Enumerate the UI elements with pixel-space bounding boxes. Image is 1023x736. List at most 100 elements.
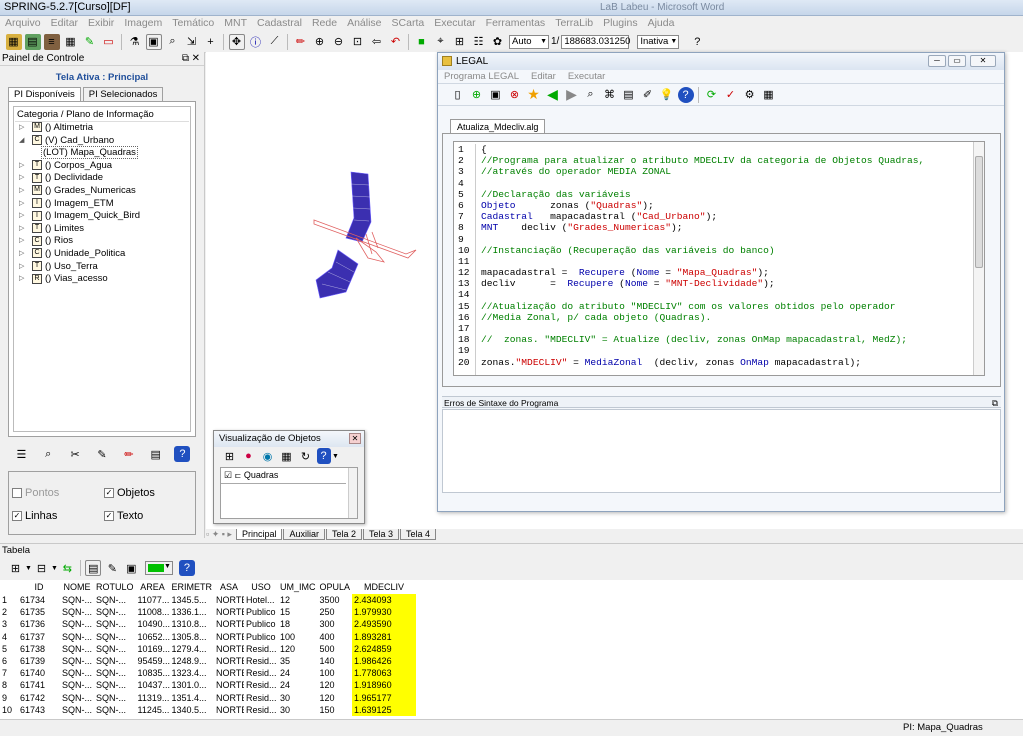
- table-tools-dropdown-icon[interactable]: ▼: [25, 565, 32, 572]
- table-cell[interactable]: 1279.4...: [170, 643, 215, 655]
- tree-item[interactable]: ▷ R() Vias_acesso: [15, 273, 189, 286]
- back-arrow-icon[interactable]: ◀: [545, 86, 561, 103]
- table-icon[interactable]: ▤: [148, 446, 164, 462]
- table-cell[interactable]: 9: [0, 692, 18, 704]
- column-header[interactable]: ASA: [214, 580, 244, 594]
- code-line[interactable]: [481, 323, 924, 334]
- table-cell[interactable]: NORTE: [214, 692, 244, 704]
- code-line[interactable]: //Instanciação (Recuperação das variávei…: [481, 245, 924, 256]
- table-cell[interactable]: Resid...: [244, 704, 278, 716]
- table-view-toggle-icon[interactable]: ▤: [85, 560, 102, 576]
- table-cell[interactable]: 1336.1...: [170, 606, 215, 618]
- table-cell[interactable]: SQN-...: [94, 667, 136, 679]
- table-cell[interactable]: 61743: [18, 704, 60, 716]
- settings-icon[interactable]: ⚙: [742, 87, 758, 103]
- table-cell[interactable]: 2: [0, 606, 18, 618]
- tree-item[interactable]: ▷ C() Rios: [15, 235, 189, 248]
- table-cell[interactable]: Publico: [244, 631, 278, 643]
- replace-icon[interactable]: ⌘: [602, 87, 618, 103]
- table-cell[interactable]: 12: [278, 594, 318, 606]
- table-cell[interactable]: 1.918960: [352, 679, 417, 692]
- table-cell[interactable]: 3: [0, 618, 18, 630]
- code-line[interactable]: [481, 234, 924, 245]
- refresh-icon[interactable]: ↻: [298, 448, 314, 464]
- table-cell[interactable]: SQN-...: [60, 679, 94, 691]
- menu-item[interactable]: Cadastral: [252, 16, 307, 30]
- column-header[interactable]: ERIMETR: [170, 580, 215, 594]
- table-cell[interactable]: 120: [318, 692, 353, 704]
- undo-icon[interactable]: ↶: [388, 34, 404, 50]
- grid-icon[interactable]: ▦: [63, 34, 79, 50]
- pencil-icon[interactable]: ✏: [293, 34, 309, 50]
- display-icon[interactable]: ▣: [145, 33, 162, 50]
- info-icon[interactable]: ⓘ: [248, 34, 264, 50]
- table-cell[interactable]: 61737: [18, 631, 60, 643]
- tree-item[interactable]: ▷ M() Grades_Numericas: [15, 185, 189, 198]
- screen-tab[interactable]: Principal: [235, 529, 283, 540]
- tree-item[interactable]: ▷ C() Unidade_Politica: [15, 248, 189, 261]
- table-cell[interactable]: NORTE: [214, 667, 244, 679]
- legal-menu-item[interactable]: Editar: [531, 71, 556, 82]
- check-icon[interactable]: ✓: [723, 87, 739, 103]
- code-line[interactable]: zonas."MDECLIV" = MediaZonal (decliv, zo…: [481, 357, 924, 368]
- table-view-icon[interactable]: ▦: [761, 87, 777, 103]
- table-cell[interactable]: SQN-...: [94, 704, 136, 716]
- table-cell[interactable]: 61740: [18, 667, 60, 679]
- table-cell[interactable]: 10169...: [136, 643, 170, 655]
- code-lines[interactable]: {//Programa para atualizar o atributo MD…: [481, 144, 924, 368]
- option-pontos[interactable]: Pontos: [12, 487, 59, 499]
- window-icon[interactable]: ▭: [101, 34, 117, 50]
- table-cell[interactable]: Publico: [244, 618, 278, 630]
- table-cell[interactable]: 61736: [18, 618, 60, 630]
- draw-icon[interactable]: ⚗: [127, 34, 143, 50]
- table-cell[interactable]: 500: [318, 643, 353, 655]
- column-header[interactable]: [0, 580, 18, 594]
- table-row[interactable]: 5 61738 SQN-... SQN-... 10169... 1279.4... NOR…: [0, 642, 417, 655]
- menu-item[interactable]: Temático: [167, 16, 219, 30]
- tree-item[interactable]: (LOT) Mapa_Quadras: [15, 146, 189, 160]
- table-cell[interactable]: 61735: [18, 606, 60, 618]
- table-cell[interactable]: SQN-...: [94, 594, 136, 606]
- table-cell[interactable]: 18: [278, 618, 318, 630]
- pan-icon[interactable]: ✥: [228, 33, 245, 50]
- code-line[interactable]: // zonas. "MDECLIV" = Atualize (decliv, …: [481, 334, 924, 345]
- menu-item[interactable]: Exibir: [83, 16, 119, 30]
- menu-item[interactable]: Análise: [342, 16, 386, 30]
- table-cell[interactable]: Resid...: [244, 643, 278, 655]
- table-cell[interactable]: 1323.4...: [170, 667, 215, 679]
- table-cell[interactable]: 1248.9...: [170, 655, 215, 667]
- column-header[interactable]: ID: [18, 580, 60, 594]
- legal-menu-item[interactable]: Programa LEGAL: [444, 71, 519, 82]
- undock-icon[interactable]: ⧉: [182, 52, 189, 66]
- table-cell[interactable]: SQN-...: [60, 692, 94, 704]
- table-cell[interactable]: 61739: [18, 655, 60, 667]
- objetos-checkbox[interactable]: ✓: [104, 488, 114, 499]
- table-cell[interactable]: SQN-...: [60, 631, 94, 643]
- column-header[interactable]: UM_IMC: [278, 580, 318, 594]
- table-cell[interactable]: 400: [318, 631, 353, 643]
- table-cell[interactable]: SQN-...: [60, 704, 94, 716]
- table-cell[interactable]: 1310.8...: [170, 618, 215, 630]
- table-row[interactable]: 3 61736 SQN-... SQN-... 10490... 1310.8... NOR…: [0, 618, 417, 631]
- table-cell[interactable]: SQN-...: [94, 618, 136, 630]
- find-icon[interactable]: ⌕: [583, 87, 599, 103]
- frame-icon[interactable]: ⊞: [452, 34, 468, 50]
- code-line[interactable]: Cadastral mapacadastral ("Cad_Urbano");: [481, 211, 924, 222]
- screen-tab[interactable]: Tela 4: [400, 529, 437, 540]
- code-line[interactable]: [481, 345, 924, 356]
- table-cell[interactable]: 4: [0, 631, 18, 643]
- table-cell[interactable]: SQN-...: [94, 606, 136, 618]
- table-cell[interactable]: 95459...: [136, 655, 170, 667]
- menu-item[interactable]: Rede: [307, 16, 342, 30]
- table-cell[interactable]: SQN-...: [94, 643, 136, 655]
- code-scrollbar[interactable]: [973, 142, 984, 375]
- code-line[interactable]: [481, 256, 924, 267]
- code-line[interactable]: [481, 289, 924, 300]
- tree-item[interactable]: ▷ T() Corpos_Agua: [15, 160, 189, 173]
- restore-button[interactable]: ▭: [948, 55, 966, 67]
- table-cell[interactable]: 24: [278, 667, 318, 679]
- columns-icon[interactable]: ⊟: [33, 560, 49, 576]
- edit-icon[interactable]: ✎: [82, 34, 98, 50]
- table-cell[interactable]: 1340.5...: [170, 704, 215, 716]
- table-row[interactable]: 7 61740 SQN-... SQN-... 10835... 1323.4... NOR…: [0, 667, 417, 680]
